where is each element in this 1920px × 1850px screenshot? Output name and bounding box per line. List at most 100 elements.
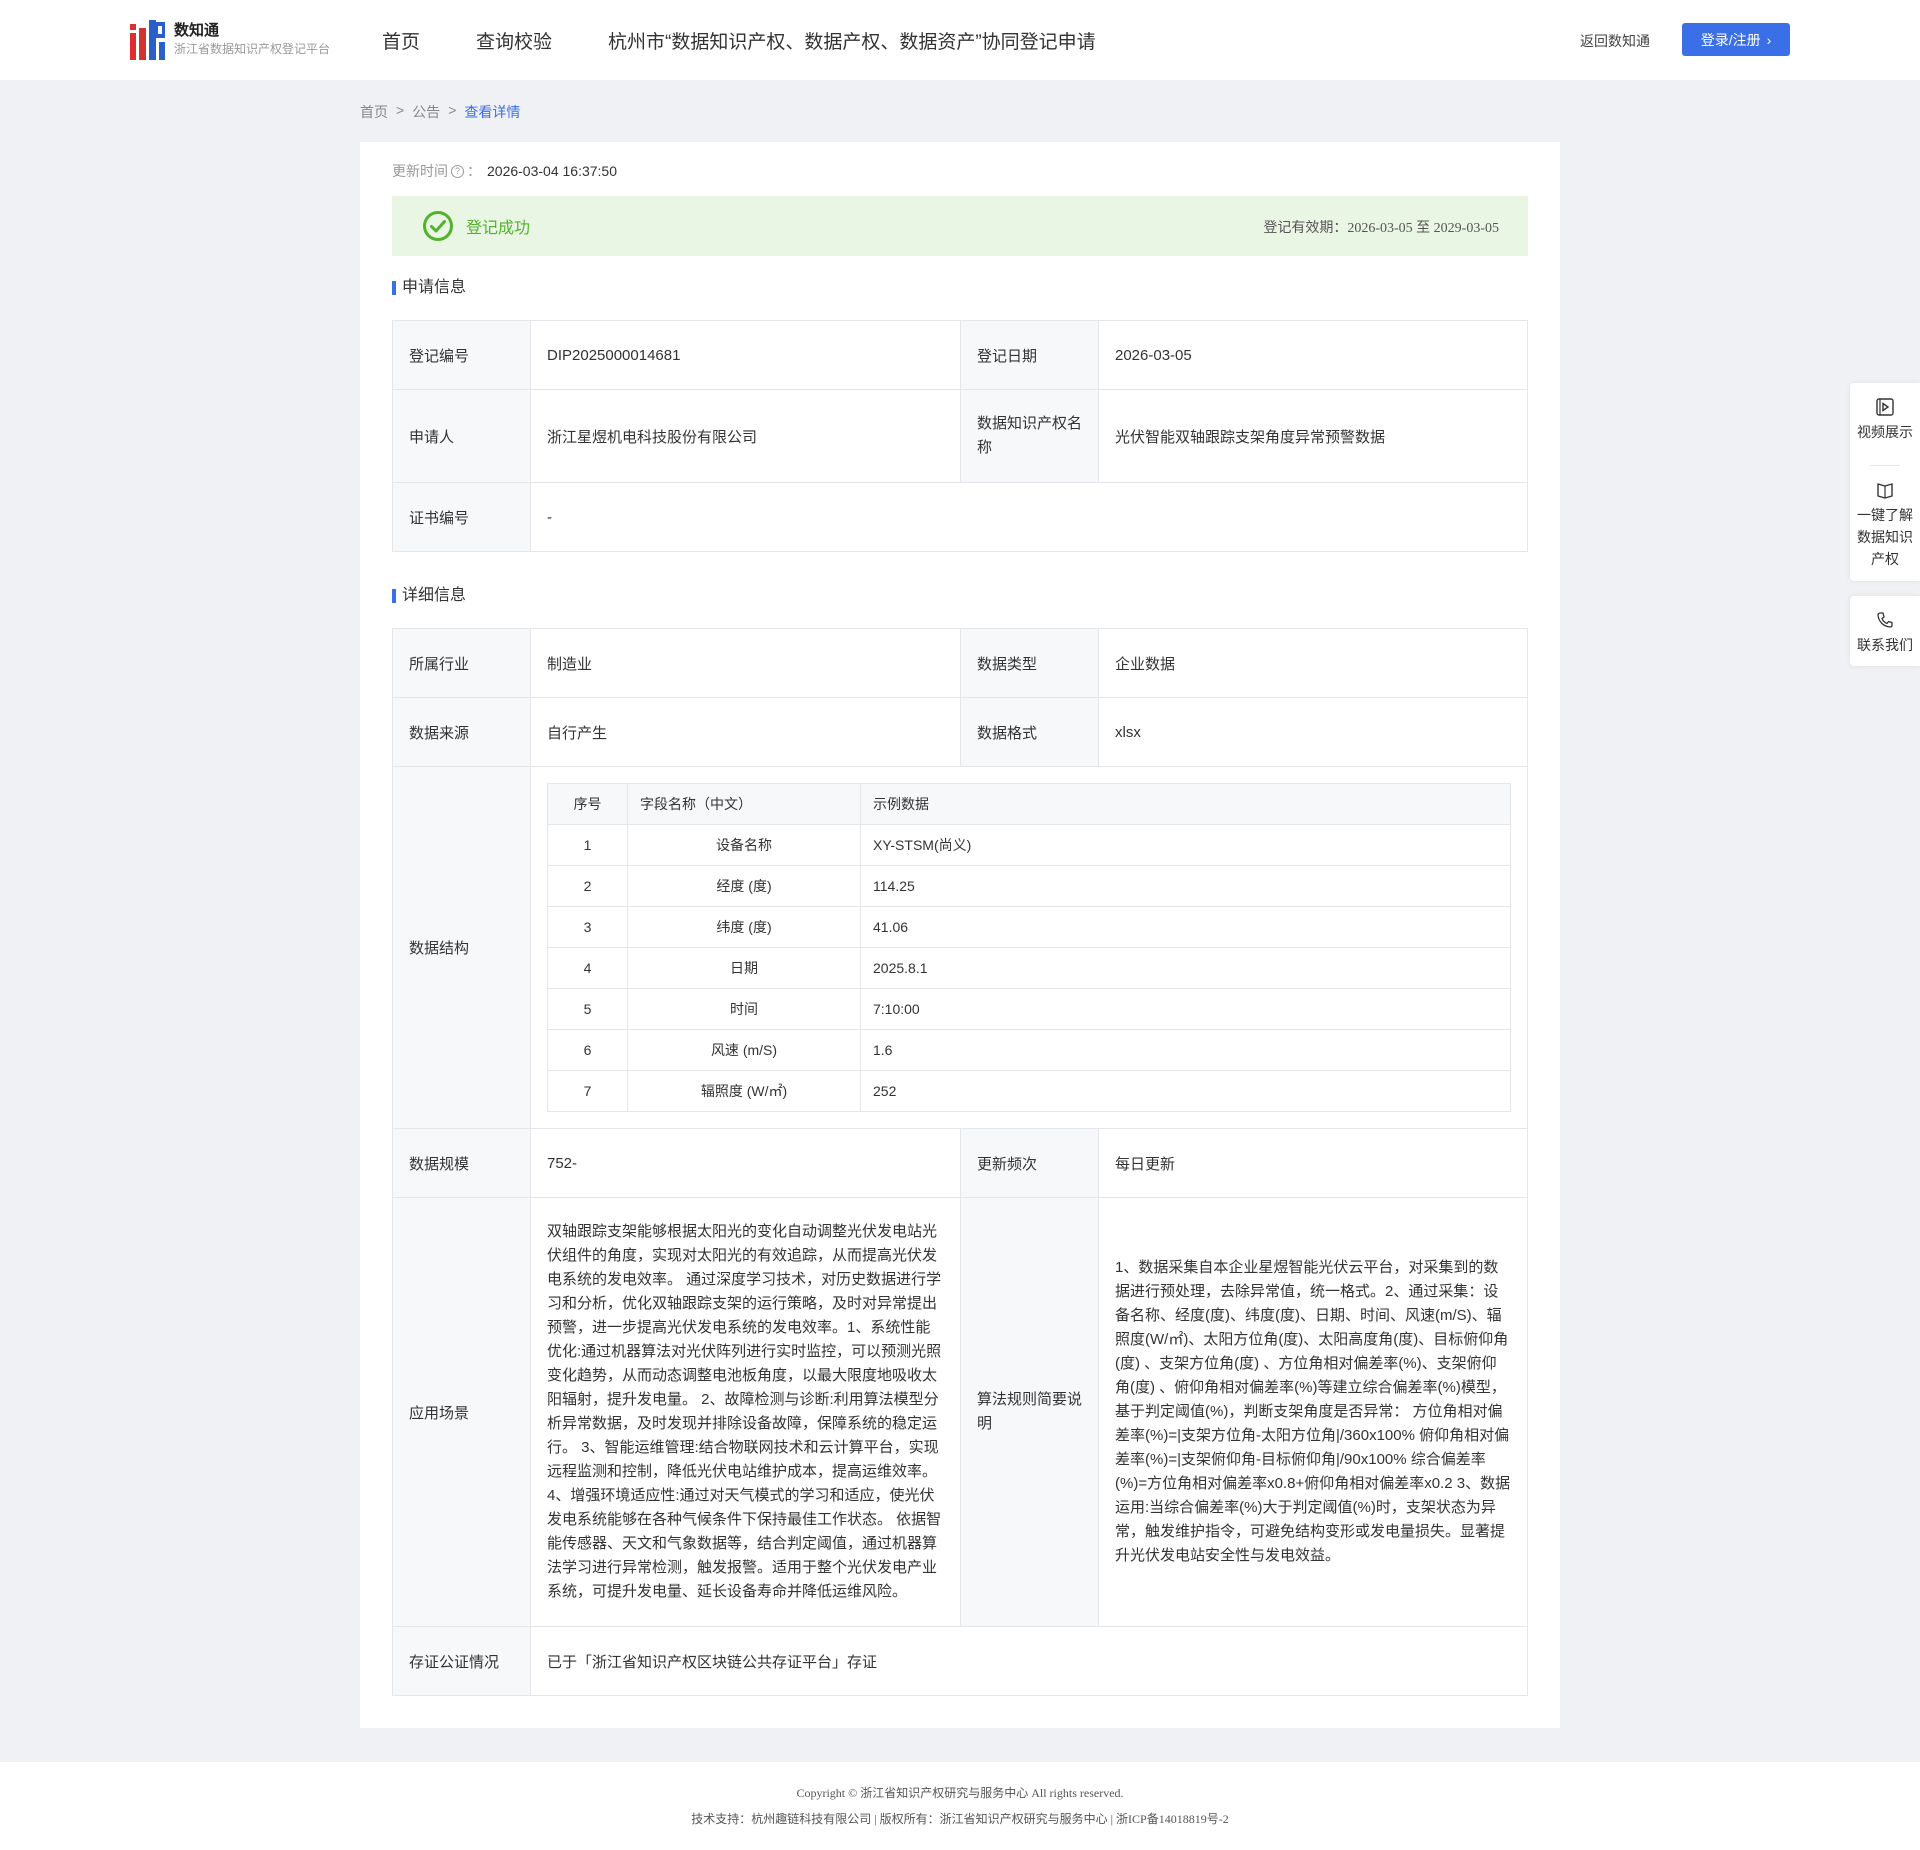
applicant-value: 浙江星煜机电科技股份有限公司 bbox=[530, 389, 961, 483]
structure-cell-field: 时间 bbox=[627, 988, 861, 1030]
question-icon[interactable]: ? bbox=[451, 164, 464, 178]
main-nav: 首页 查询校验 杭州市“数据知识产权、数据产权、数据资产”协同登记申请 bbox=[382, 0, 1152, 80]
structure-header-sample: 示例数据 bbox=[860, 783, 1511, 825]
structure-cell-field: 辐照度 (W/㎡) bbox=[627, 1070, 861, 1112]
format-label: 数据格式 bbox=[960, 697, 1099, 767]
login-label: 登录/注册 bbox=[1700, 31, 1761, 48]
algo-value: 1、数据采集自本企业星煜智能光伏云平台，对采集到的数据进行预处理，去除异常值，统… bbox=[1098, 1197, 1528, 1627]
breadcrumb-current: 查看详情 bbox=[464, 104, 521, 120]
table-row: 5 时间 7:10:00 bbox=[547, 988, 1511, 1030]
colon: ： bbox=[467, 163, 481, 179]
table-row: 1 设备名称 XY-STSM(尚义) bbox=[547, 824, 1511, 866]
structure-cell-sample: 1.6 bbox=[860, 1029, 1511, 1071]
structure-cell-sample: 114.25 bbox=[860, 865, 1511, 907]
table-row: 3 纬度 (度) 41.06 bbox=[547, 906, 1511, 948]
nav-query[interactable]: 查询校验 bbox=[476, 27, 552, 54]
detail-table: 所属行业 制造业 数据类型 企业数据 数据来源 自行产生 数据格式 xlsx 数… bbox=[392, 628, 1528, 1696]
industry-label: 所属行业 bbox=[392, 628, 531, 698]
reg-no-label: 登记编号 bbox=[392, 320, 531, 390]
structure-cell-field: 日期 bbox=[627, 947, 861, 989]
breadcrumb-sep: > bbox=[396, 102, 405, 118]
structure-cell-field: 风速 (m/S) bbox=[627, 1029, 861, 1071]
structure-cell-field: 纬度 (度) bbox=[627, 906, 861, 948]
table-row: 6 风速 (m/S) 1.6 bbox=[547, 1029, 1511, 1071]
nav-home[interactable]: 首页 bbox=[382, 27, 420, 54]
logo-icon bbox=[130, 20, 166, 60]
side-contact[interactable]: 联系我们 bbox=[1850, 596, 1920, 666]
back-link[interactable]: 返回数知通 bbox=[1580, 31, 1650, 51]
structure-cell-sample: XY-STSM(尚义) bbox=[860, 824, 1511, 866]
data-type-label: 数据类型 bbox=[960, 628, 1099, 698]
update-label: 更新时间 bbox=[392, 163, 448, 179]
side-contact-label: 联系我们 bbox=[1857, 637, 1913, 653]
format-value: xlsx bbox=[1098, 697, 1528, 767]
side-video[interactable]: 视频展示 bbox=[1850, 383, 1920, 465]
scale-label: 数据规模 bbox=[392, 1128, 531, 1198]
cert-value: - bbox=[530, 482, 1528, 552]
reg-no-value: DIP2025000014681 bbox=[530, 320, 961, 390]
detail-card: 更新时间 ? ： 2026-03-04 16:37:50 登记成功 登记有效期：… bbox=[360, 142, 1560, 1728]
breadcrumb-home[interactable]: 首页 bbox=[360, 102, 388, 122]
top-header: 数知通 浙江省数据知识产权登记平台 首页 查询校验 杭州市“数据知识产权、数据产… bbox=[0, 0, 1920, 80]
logo-name: 数知通 bbox=[174, 22, 220, 39]
side-learn-label: 一键了解数据知识产权 bbox=[1857, 507, 1913, 567]
status-banner: 登记成功 登记有效期：2026-03-05 至 2029-03-05 bbox=[392, 196, 1528, 256]
side-learn[interactable]: 一键了解数据知识产权 bbox=[1850, 466, 1920, 570]
structure-label: 数据结构 bbox=[392, 766, 531, 1129]
structure-cell-no: 2 bbox=[547, 865, 628, 907]
scene-label: 应用场景 bbox=[392, 1197, 531, 1627]
ip-name-value: 光伏智能双轴跟踪支架角度异常预警数据 bbox=[1098, 389, 1528, 483]
structure-cell-no: 3 bbox=[547, 906, 628, 948]
ip-name-label: 数据知识产权名称 bbox=[960, 389, 1099, 483]
structure-cell-sample: 41.06 bbox=[860, 906, 1511, 948]
section-title-detail: 详细信息 bbox=[392, 587, 466, 605]
structure-header-no: 序号 bbox=[547, 783, 628, 825]
table-row: 7 辐照度 (W/㎡) 252 bbox=[547, 1070, 1511, 1112]
freq-value: 每日更新 bbox=[1098, 1128, 1528, 1198]
login-register-button[interactable]: 登录/注册 › bbox=[1682, 23, 1790, 56]
scene-value: 双轴跟踪支架能够根据太阳光的变化自动调整光伏发电站光伏组件的角度，实现对太阳光的… bbox=[530, 1197, 961, 1627]
section-title-apply: 申请信息 bbox=[392, 279, 466, 297]
structure-cell-sample: 252 bbox=[860, 1070, 1511, 1112]
structure-cell-no: 5 bbox=[547, 988, 628, 1030]
reg-date-label: 登记日期 bbox=[960, 320, 1099, 390]
source-label: 数据来源 bbox=[392, 697, 531, 767]
table-row: 4 日期 2025.8.1 bbox=[547, 947, 1511, 989]
footer-support: 技术支持：杭州趣链科技有限公司 | 版权所有：浙江省知识产权研究与服务中心 | … bbox=[691, 1812, 1229, 1826]
structure-cell-field: 经度 (度) bbox=[627, 865, 861, 907]
footer: Copyright © 浙江省知识产权研究与服务中心 All rights re… bbox=[0, 1762, 1920, 1850]
check-circle-icon bbox=[423, 211, 453, 241]
logo[interactable]: 数知通 浙江省数据知识产权登记平台 bbox=[130, 20, 330, 60]
algo-label: 算法规则简要说明 bbox=[960, 1197, 1099, 1627]
footer-copyright: Copyright © 浙江省知识产权研究与服务中心 All rights re… bbox=[796, 1786, 1124, 1800]
reg-date-value: 2026-03-05 bbox=[1098, 320, 1528, 390]
industry-value: 制造业 bbox=[530, 628, 961, 698]
structure-cell-field: 设备名称 bbox=[627, 824, 861, 866]
scale-value: 752- bbox=[530, 1128, 961, 1198]
breadcrumb-notice[interactable]: 公告 bbox=[412, 102, 440, 122]
update-time: 更新时间 ? ： 2026-03-04 16:37:50 bbox=[392, 161, 617, 181]
chevron-right-icon: › bbox=[1766, 31, 1772, 48]
cert-label: 证书编号 bbox=[392, 482, 531, 552]
applicant-label: 申请人 bbox=[392, 389, 531, 483]
structure-cell-no: 7 bbox=[547, 1070, 628, 1112]
breadcrumb-sep: > bbox=[448, 102, 457, 118]
breadcrumb: 首页 > 公告 > 查看详情 bbox=[360, 102, 520, 122]
logo-subtitle: 浙江省数据知识产权登记平台 bbox=[174, 42, 331, 56]
structure-cell: 序号 字段名称（中文） 示例数据 1 设备名称 XY-STSM(尚义) 2 经度 (度)… bbox=[530, 766, 1528, 1129]
structure-cell-no: 6 bbox=[547, 1029, 628, 1071]
phone-icon bbox=[1877, 612, 1893, 628]
video-icon bbox=[1876, 398, 1894, 416]
structure-header-field: 字段名称（中文） bbox=[627, 783, 861, 825]
notary-value: 已于「浙江省知识产权区块链公共存证平台」存证 bbox=[530, 1626, 1528, 1696]
structure-cell-no: 1 bbox=[547, 824, 628, 866]
side-video-label: 视频展示 bbox=[1857, 424, 1913, 440]
apply-table: 登记编号 DIP2025000014681 登记日期 2026-03-05 申请… bbox=[392, 320, 1528, 552]
structure-table: 序号 字段名称（中文） 示例数据 1 设备名称 XY-STSM(尚义) 2 经度 (度)… bbox=[547, 783, 1511, 1112]
source-value: 自行产生 bbox=[530, 697, 961, 767]
data-type-value: 企业数据 bbox=[1098, 628, 1528, 698]
structure-cell-no: 4 bbox=[547, 947, 628, 989]
nav-hangzhou-register[interactable]: 杭州市“数据知识产权、数据产权、数据资产”协同登记申请 bbox=[608, 27, 1096, 54]
side-contact-panel: 联系我们 bbox=[1850, 596, 1920, 666]
status-text: 登记成功 bbox=[466, 220, 531, 237]
